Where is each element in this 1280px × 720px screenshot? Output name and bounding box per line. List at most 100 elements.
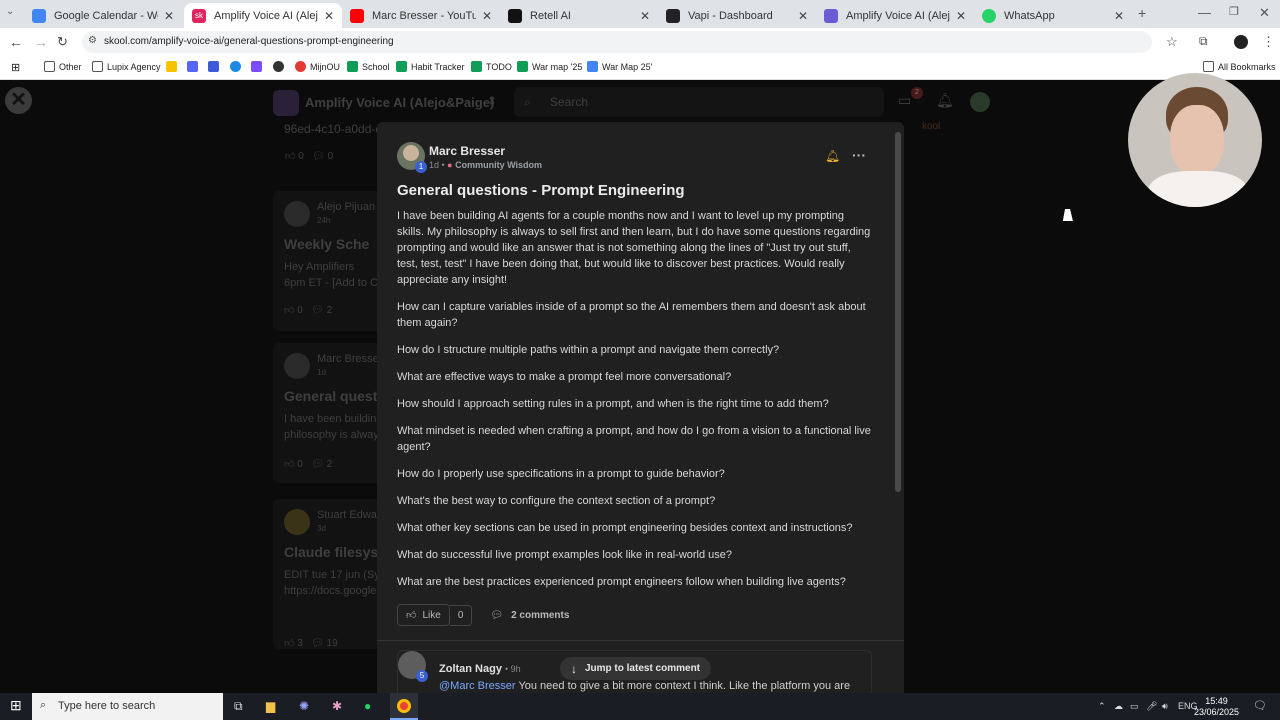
close-tab-icon[interactable]: ✕ xyxy=(1114,9,1124,23)
level-badge: 5 xyxy=(416,670,428,682)
bookmark-label: MijnOU xyxy=(310,61,341,72)
new-tab-button[interactable]: + xyxy=(1138,5,1146,21)
more-options-icon[interactable]: ··· xyxy=(852,147,866,163)
jump-to-latest-button[interactable]: ↓ Jump to latest comment xyxy=(560,657,711,680)
back-icon[interactable]: ← xyxy=(9,34,23,50)
notification-badge: 2 xyxy=(911,87,923,99)
close-tab-icon[interactable]: ✕ xyxy=(956,9,966,23)
cloud-icon[interactable]: ☁ xyxy=(1114,701,1123,712)
monitor-icon[interactable]: ▭ xyxy=(1130,701,1139,712)
url-input[interactable]: ⚙ skool.com/amplify-voice-ai/general-que… xyxy=(82,31,1152,53)
close-tab-icon[interactable]: ✕ xyxy=(640,9,650,23)
site-info-icon[interactable]: ⚙ xyxy=(88,35,97,46)
bookmark-war-map-25[interactable]: War Map 25' xyxy=(587,61,652,72)
tab-retell-ai[interactable]: Retell AI ✕ xyxy=(500,3,658,28)
chevron-up-down-icon[interactable]: ⇕ xyxy=(487,94,497,108)
bookmark-todo[interactable]: TODO xyxy=(471,61,512,72)
bookmark-label: TODO xyxy=(486,61,512,72)
restore-icon[interactable]: ❐ xyxy=(1229,5,1239,18)
forward-icon[interactable]: → xyxy=(34,34,48,50)
group-name[interactable]: Amplify Voice AI (Alejo&Paige) xyxy=(305,95,494,110)
system-clock[interactable]: 15:49 23/06/2025 xyxy=(1194,696,1239,718)
user-avatar[interactable] xyxy=(970,92,990,112)
feed-post-card[interactable]: Alejo Pijuan 24h Weekly Sche Hey Amplifi… xyxy=(273,191,383,331)
volume-icon[interactable]: 🔊︎ xyxy=(1162,701,1168,712)
bell-icon[interactable]: 🔔︎ xyxy=(936,92,954,109)
bookmark-icon-4[interactable] xyxy=(230,61,245,72)
all-bookmarks[interactable]: All Bookmarks xyxy=(1203,61,1276,72)
task-view-icon[interactable]: ⧉ xyxy=(234,699,243,714)
bookmark-habit-tracker[interactable]: Habit Tracker xyxy=(396,61,465,72)
close-modal-button[interactable]: ✕ xyxy=(5,87,32,114)
bookmark-star-icon[interactable]: ☆ xyxy=(1166,34,1178,50)
apps-grid-icon[interactable]: ⊞ xyxy=(11,61,20,74)
post-meta: 24h xyxy=(317,216,331,225)
post-author[interactable]: Marc Bresser xyxy=(429,144,505,158)
sheets-icon xyxy=(396,61,407,72)
tab-search-icon[interactable]: ⌄ xyxy=(6,6,14,17)
jump-label: Jump to latest comment xyxy=(584,663,701,674)
comment-author[interactable]: Zoltan Nagy xyxy=(439,663,502,675)
microphone-icon[interactable]: 🎤︎ xyxy=(1146,701,1157,712)
bookmark-mijnou[interactable]: MijnOU xyxy=(295,61,340,72)
tab-amplify-voice-ai-2[interactable]: Amplify Voice AI (Alejo&Paige) ✕ xyxy=(816,3,974,28)
bookmark-lupix[interactable]: Lupix Agency xyxy=(92,61,161,72)
bookmark-icon-2[interactable] xyxy=(187,61,202,72)
post-meta: 1d • ● Community Wisdom xyxy=(429,160,543,170)
slack-icon[interactable]: ✱ xyxy=(332,699,342,713)
kool-text: kool xyxy=(922,121,941,132)
bookmark-icon-5[interactable] xyxy=(251,61,266,72)
spotify-icon[interactable]: ● xyxy=(364,699,371,713)
post-stats: 👍︎ 0 💬︎ 2 xyxy=(284,305,333,316)
feed-post-card[interactable]: Marc Bresser 1d General questi I have be… xyxy=(273,343,383,483)
notifications-icon[interactable]: 🗨︎ xyxy=(1253,699,1267,712)
miro-icon xyxy=(166,61,177,72)
url-text: skool.com/amplify-voice-ai/general-quest… xyxy=(104,36,394,47)
close-tab-icon[interactable]: ✕ xyxy=(164,9,174,23)
bookmark-other[interactable]: Other xyxy=(44,61,82,72)
bookmark-label: War map '25 xyxy=(532,61,583,72)
like-button[interactable]: 👍︎ Like xyxy=(397,604,450,626)
bookmark-school[interactable]: School xyxy=(347,61,390,72)
chrome-taskbar-button[interactable] xyxy=(390,693,418,720)
mention-link[interactable]: @Marc Bresser xyxy=(439,680,516,692)
close-tab-icon[interactable]: ✕ xyxy=(798,9,808,23)
tab-whatsapp[interactable]: WhatsApp ✕ xyxy=(974,3,1132,28)
comment-icon: 💬︎ xyxy=(490,609,504,621)
post-body: I have been building AI agents for a cou… xyxy=(397,208,872,601)
post-paragraph: What other key sections can be used in p… xyxy=(397,522,853,534)
settings-app-icon[interactable]: ✺ xyxy=(299,699,309,713)
windows-start-icon[interactable]: ⊞ xyxy=(10,697,22,714)
post-author: Marc Bresser xyxy=(317,353,383,365)
extensions-icon[interactable]: ⧉ xyxy=(1199,34,1208,49)
bookmark-war-map[interactable]: War map '25 xyxy=(517,61,582,72)
tab-youtube[interactable]: Marc Bresser - YouTube ✕ xyxy=(342,3,500,28)
close-tab-icon[interactable]: ✕ xyxy=(324,9,334,23)
app-icon xyxy=(208,61,219,72)
taskbar-search-input[interactable]: ⌕ Type here to search xyxy=(32,693,223,720)
tab-title: Amplify Voice AI (Alejo&Paige) xyxy=(846,9,950,22)
tab-google-calendar[interactable]: Google Calendar - Week of 23 ✕ xyxy=(24,3,182,28)
modal-scrollbar[interactable] xyxy=(895,132,901,492)
close-tab-icon[interactable]: ✕ xyxy=(482,9,492,23)
comments-link[interactable]: 💬︎ 2 comments xyxy=(490,610,569,621)
feed-post-card[interactable]: Stuart Edwar 3d Claude filesyst EDIT tue… xyxy=(273,499,383,649)
minimize-icon[interactable]: — xyxy=(1198,5,1211,20)
tab-title: Retell AI xyxy=(530,9,571,22)
menu-kebab-icon[interactable]: ⋮ xyxy=(1262,34,1275,50)
file-explorer-icon[interactable]: ▆ xyxy=(266,699,275,713)
bookmark-icon-3[interactable] xyxy=(208,61,223,72)
clock-time: 15:49 xyxy=(1205,696,1228,706)
reload-icon[interactable]: ↻ xyxy=(57,34,68,50)
search-input[interactable]: ⌕ Search xyxy=(514,87,884,117)
notification-bell-icon[interactable]: 🔔︎ xyxy=(825,149,840,163)
post-category[interactable]: Community Wisdom xyxy=(455,160,542,170)
bookmark-icon-6[interactable] xyxy=(273,61,288,72)
bookmark-icon-1[interactable] xyxy=(166,61,181,72)
close-window-icon[interactable]: ✕ xyxy=(1259,5,1270,21)
tab-vapi[interactable]: Vapi - Dashboard ✕ xyxy=(658,3,816,28)
profile-avatar[interactable] xyxy=(1234,35,1248,49)
tray-chevron-icon[interactable]: ⌃ xyxy=(1098,701,1106,712)
tab-amplify-voice-ai[interactable]: sk Amplify Voice AI (Alejo&Paige) ✕ xyxy=(184,3,342,28)
chat-icon[interactable]: ▭ xyxy=(898,92,911,109)
